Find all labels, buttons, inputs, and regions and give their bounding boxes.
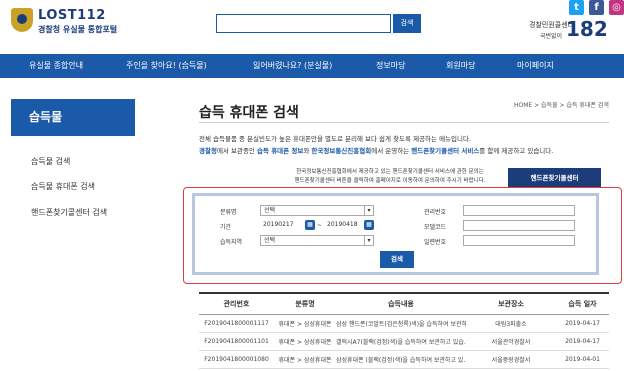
sidebar-item-phone-search[interactable]: 습득물 휴대폰 검색 xyxy=(31,181,95,192)
results-table: 관리번호 분류명 습득내용 보관장소 습득 일자 F20190418000011… xyxy=(199,292,609,369)
col-header-category: 분류명 xyxy=(274,292,336,315)
manage-no-label: 관리번호 xyxy=(424,209,447,216)
nav-item-info[interactable]: 정보마당 xyxy=(376,54,405,78)
notice-line-2: 핸드폰찾기콜센터 버튼을 클릭하여 홈페이지로 이동하여 문의하여 주시기 바랍… xyxy=(294,178,486,184)
desc-text: 를 함께 제공하고 있습니다. xyxy=(479,147,554,155)
instagram-icon[interactable]: ◎ xyxy=(609,0,624,15)
cell-date: 2019-04-01 xyxy=(556,350,609,369)
date-from-field[interactable]: 20190217 xyxy=(260,220,305,231)
page-title: 습득 휴대폰 검색 xyxy=(199,105,299,121)
desc-service: 핸드폰찾기콜센터 서비스 xyxy=(411,147,480,155)
cell-content[interactable]: 갤럭시A7(블랙(검정)색)을 습득하여 보관하고 있습... xyxy=(336,332,466,351)
main-nav: 유실물 종합안내 주인을 찾아요! (습득물) 잃어버렸나요? (분실물) 정보… xyxy=(0,54,624,78)
site-logo-subtitle[interactable]: 경찰청 유실물 통합포털 xyxy=(38,24,117,35)
cell-storage: 서울관악경찰서 xyxy=(466,332,556,351)
date-separator: ~ xyxy=(317,222,323,229)
sidebar-item-callcenter-search[interactable]: 핸드폰찾기콜센터 검색 xyxy=(31,207,107,218)
nav-item-mypage[interactable]: 마이페이지 xyxy=(517,54,554,78)
category-label: 분류명 xyxy=(220,209,237,216)
col-header-content: 습득내용 xyxy=(336,292,466,315)
cell-manage-no: F2019041800001101 xyxy=(199,332,274,351)
cell-storage: 대림3파출소 xyxy=(466,314,556,333)
header-search-button[interactable]: 검색 xyxy=(393,14,421,33)
manage-no-input[interactable] xyxy=(463,205,575,216)
cell-manage-no: F2019041800001080 xyxy=(199,350,274,369)
serial-label: 일련번호 xyxy=(424,239,447,246)
col-header-date: 습득 일자 xyxy=(556,292,609,315)
breadcrumb: HOME > 습득물 > 습득 휴대폰 검색 xyxy=(514,102,609,109)
site-header: LOST112 경찰청 유실물 통합포털 검색 t f ◎ 경찰민원콜센터 국번… xyxy=(0,0,624,50)
model-code-input[interactable] xyxy=(463,220,575,231)
cell-category: 휴대폰 > 삼성휴대폰 xyxy=(274,332,336,351)
site-logo-title[interactable]: LOST112 xyxy=(38,8,106,23)
table-row[interactable]: F2019041800001117 휴대폰 > 삼성휴대폰 삼성 핸드폰(코발트… xyxy=(199,314,609,333)
table-header-row: 관리번호 분류명 습득내용 보관장소 습득 일자 xyxy=(199,292,609,315)
cell-date: 2019-04-17 xyxy=(556,332,609,351)
header-search-input[interactable] xyxy=(216,14,391,33)
nav-item-member[interactable]: 회원마당 xyxy=(446,54,475,78)
desc-text: 에서 운영하는 xyxy=(371,147,412,155)
region-label: 습득지역 xyxy=(220,239,243,246)
description-line-1: 전체 습득물품 중 분실빈도가 높은 휴대폰만을 별도로 분리해 보다 쉽게 찾… xyxy=(199,135,472,143)
form-search-button[interactable]: 검색 xyxy=(380,251,414,268)
call-center-number: 182 xyxy=(566,17,608,41)
sidebar-item-found-search[interactable]: 습득물 검색 xyxy=(31,156,70,167)
cell-content[interactable]: 삼성 핸드폰(코발트(검은청록)색)을 습득하여 보관하... xyxy=(336,314,466,333)
chevron-down-icon: ▾ xyxy=(364,236,373,245)
category-select[interactable]: 선택 ▾ xyxy=(260,205,374,216)
cell-storage: 서울중랑경찰서 xyxy=(466,350,556,369)
nav-item-lost[interactable]: 잃어버렸나요? (분실물) xyxy=(253,54,332,78)
region-select-value: 선택 xyxy=(264,237,276,244)
cell-date: 2019-04-17 xyxy=(556,314,609,333)
table-row[interactable]: F2019041800001101 휴대폰 > 삼성휴대폰 갤럭시A7(블랙(검… xyxy=(199,332,609,351)
nav-item-guide[interactable]: 유실물 종합안내 xyxy=(29,54,83,78)
col-header-manage-no: 관리번호 xyxy=(199,292,274,315)
desc-police: 경찰청 xyxy=(199,147,217,155)
calendar-icon[interactable]: ▦ xyxy=(305,220,315,230)
cell-category: 휴대폰 > 삼성휴대폰 xyxy=(274,350,336,369)
date-to-field[interactable]: 20190418 xyxy=(324,220,364,231)
calendar-icon[interactable]: ▦ xyxy=(364,220,374,230)
nav-item-found[interactable]: 주인을 찾아요! (습득물) xyxy=(126,54,207,78)
notice-line-1: 한국정보통신진흥협회에서 제공하고 있는 핸드폰찾기콜센터 서비스에 관한 문의… xyxy=(296,169,484,175)
description-line-2: 경찰청에서 보관중인 습득 휴대폰 정보와 한국정보통신진흥협회에서 운영하는 … xyxy=(199,145,553,155)
col-header-storage: 보관장소 xyxy=(466,292,556,315)
cell-content[interactable]: 삼성휴대폰 (블랙(검정)색)을 습득하여 보관하고 있... xyxy=(336,350,466,369)
twitter-icon[interactable]: t xyxy=(569,0,584,15)
desc-text: 에서 보관중인 xyxy=(216,147,257,155)
police-badge-icon[interactable] xyxy=(11,8,33,32)
sidebar-title: 습득물 xyxy=(11,99,135,136)
period-label: 기간 xyxy=(220,224,232,231)
category-select-value: 선택 xyxy=(264,207,276,214)
callcenter-button[interactable]: 핸드폰찾기콜센터 xyxy=(508,168,601,188)
title-divider xyxy=(199,122,609,123)
cell-category: 휴대폰 > 삼성휴대폰 xyxy=(274,314,336,333)
cell-manage-no: F2019041800001117 xyxy=(199,314,274,333)
table-row[interactable]: F2019041800001080 휴대폰 > 삼성휴대폰 삼성휴대폰 (블랙(… xyxy=(199,350,609,369)
callcenter-notice: 한국정보통신진흥협회에서 제공하고 있는 핸드폰찾기콜센터 서비스에 관한 문의… xyxy=(280,168,500,186)
desc-kait: 한국정보통신진흥협회 xyxy=(311,147,372,155)
call-center-sub: 국번없이 xyxy=(540,33,563,40)
region-select[interactable]: 선택 ▾ xyxy=(260,235,374,246)
serial-input[interactable] xyxy=(463,235,575,246)
desc-phone-info: 습득 휴대폰 정보 xyxy=(256,147,304,155)
chevron-down-icon: ▾ xyxy=(364,206,373,215)
facebook-icon[interactable]: f xyxy=(589,0,604,15)
model-code-label: 모델코드 xyxy=(424,224,447,231)
